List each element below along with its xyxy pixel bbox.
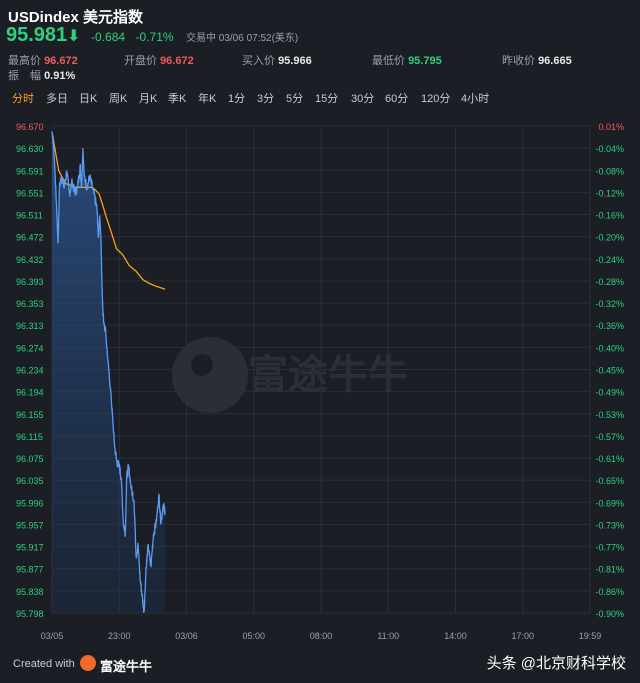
tab-30min[interactable]: 30分 [351,90,374,106]
y-tick-label: 96.432 [16,255,44,265]
pct-tick-label: 0.01% [598,122,624,132]
pct-tick-label: -0.57% [595,432,624,442]
pct-tick-label: -0.90% [595,609,624,619]
y-tick-label: 95.917 [16,543,44,553]
tab-month-k[interactable]: 月K [139,90,157,106]
pct-tick-label: -0.86% [595,587,624,597]
pct-tick-label: -0.69% [595,498,624,508]
last-price: 95.981 [6,24,68,46]
chart-svg[interactable]: 富途牛牛 96.670 96.630 96.591 96.551 96.511 96.47… [0,118,640,648]
pct-tick-label: -0.49% [595,388,624,398]
pct-tick-label: -0.32% [595,299,624,309]
tab-15min[interactable]: 15分 [315,90,338,106]
y-tick-label: 96.155 [16,410,44,420]
y-tick-label: 96.194 [16,388,44,398]
tab-120min[interactable]: 120分 [421,90,450,106]
tab-multiday[interactable]: 多日 [46,90,68,106]
tab-4hour[interactable]: 4小时 [461,90,489,106]
footer: Created with 富途牛牛 头条 @北京财科学校 [0,648,640,683]
x-tick-label: 19:59 [579,631,602,641]
stats-panel: 最高价 96.672 开盘价 96.672 买入价 95.966 最低价 95.… [8,52,632,82]
pct-tick-label: -0.16% [595,211,624,221]
y-tick-label: 96.393 [16,277,44,287]
watermark: 富途牛牛 [172,337,408,413]
price-area [52,131,165,613]
y-tick-label: 96.234 [16,366,44,376]
down-arrow-icon: ⬇ [67,28,81,45]
tab-5min[interactable]: 5分 [286,90,303,106]
tab-year-k[interactable]: 年K [198,90,216,106]
x-tick-label: 05:00 [242,631,265,641]
tab-3min[interactable]: 3分 [257,90,274,106]
stat-high: 最高价 96.672 [8,55,78,67]
stat-bid: 买入价 95.966 [242,55,312,67]
pct-tick-label: -0.40% [595,343,624,353]
x-tick-label: 11:00 [377,631,399,641]
trading-status: 交易中 03/06 07:52(美东) [186,33,299,44]
y-tick-label: 96.353 [16,299,44,309]
tab-quarter-k[interactable]: 季K [168,90,186,106]
pct-tick-label: -0.81% [595,565,624,575]
pct-tick-label: -0.08% [595,166,624,176]
created-with-label: Created with [13,658,75,670]
pct-tick-label: -0.77% [595,543,624,553]
stat-low: 最低价 95.795 [372,55,442,67]
tab-week-k[interactable]: 周K [109,90,127,106]
x-tick-label: 08:00 [310,631,333,641]
y-tick-label: 96.274 [16,343,44,353]
y-tick-label: 95.996 [16,498,44,508]
pct-tick-label: -0.73% [595,520,624,530]
source-credit: 头条 @北京财科学校 [486,655,626,672]
y-tick-label: 96.591 [16,166,44,176]
pct-tick-label: -0.45% [595,366,624,376]
price-row: 95.981⬇ -0.684 -0.71% 交易中 03/06 07:52(美东… [6,24,298,47]
watermark-text: 富途牛牛 [248,352,408,398]
price-change-pct: -0.71% [135,30,174,44]
pct-tick-label: -0.36% [595,321,624,331]
y-tick-label: 95.877 [16,565,44,575]
y-tick-label: 95.957 [16,520,44,530]
y-tick-label: 96.670 [16,122,44,132]
x-tick-label: 03/05 [41,631,64,641]
stat-amplitude: 振 幅 0.91% [8,70,76,82]
pct-tick-label: -0.28% [595,277,624,287]
price-change: -0.684 [91,30,126,44]
x-tick-label: 23:00 [108,631,131,641]
y-tick-label: 96.075 [16,454,44,464]
x-tick-label: 14:00 [444,631,467,641]
stat-prev-close: 昨收价 96.665 [502,55,572,67]
y-tick-label: 96.313 [16,321,44,331]
tab-intraday[interactable]: 分时 [12,90,34,106]
y-tick-label: 96.551 [16,188,44,198]
stat-open: 开盘价 96.672 [124,55,194,67]
brand-name: 富途牛牛 [100,659,153,674]
y-tick-label: 96.472 [16,233,44,243]
pct-tick-label: -0.20% [595,233,624,243]
pct-tick-label: -0.04% [595,144,624,154]
x-tick-label: 03/06 [175,631,198,641]
y-tick-label: 96.035 [16,476,44,486]
tab-60min[interactable]: 60分 [385,90,408,106]
pct-tick-label: -0.12% [595,188,624,198]
pct-tick-label: -0.65% [595,476,624,486]
y-tick-label: 95.838 [16,587,44,597]
intraday-chart[interactable]: 富途牛牛 96.670 96.630 96.591 96.551 96.511 96.47… [0,118,640,648]
pct-tick-label: -0.61% [595,454,624,464]
y-tick-label: 96.511 [16,211,43,221]
x-tick-label: 17:00 [511,631,534,641]
futu-logo-icon [80,655,96,671]
tab-1min[interactable]: 1分 [228,90,245,106]
tab-day-k[interactable]: 日K [79,90,97,106]
pct-tick-label: -0.53% [595,410,624,420]
y-tick-label: 95.798 [16,609,44,619]
pct-tick-label: -0.24% [595,255,624,265]
y-tick-label: 96.115 [16,432,43,442]
y-tick-label: 96.630 [16,144,44,154]
